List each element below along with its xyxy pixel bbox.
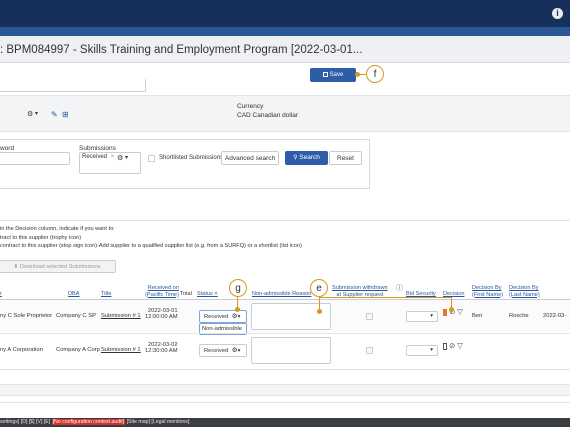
callout-f-dot [355, 72, 360, 77]
footer-site-links[interactable]: [Site map] [Legal mentions] [125, 419, 190, 425]
page-title: : BPM084997 - Skills Training and Employ… [0, 44, 363, 56]
chevron-down-icon: ▾ [237, 348, 241, 354]
instructions-line-3: contract to this supplier (stop sign ico… [0, 243, 302, 249]
sort-icon: ˄ [212, 291, 218, 297]
column-header-received-on[interactable]: Received on (Pacific Time) [145, 285, 179, 298]
details-select[interactable]: ⚙ ▾ [0, 109, 44, 120]
footer-audit-warning: [No configuration context audit] [51, 419, 126, 425]
reset-button[interactable]: Reset [329, 151, 362, 165]
withdrawn-checkbox[interactable] [366, 313, 373, 320]
callout-e-connector-horizontal [319, 297, 452, 299]
download-icon: ⬇ [13, 264, 19, 270]
column-header-decision-by-last[interactable]: Decision By (Last Name) [509, 285, 540, 298]
filter-icon[interactable]: ▽ [457, 341, 463, 350]
column-header-status[interactable]: Status ˄ [197, 291, 218, 298]
column-header-total: Total [180, 291, 192, 297]
supplier-name: ny C Sole Proprietor [0, 313, 53, 319]
bookmark-icon[interactable] [443, 343, 447, 350]
chevron-down-icon: ▾ [430, 313, 433, 319]
currency-value: CAD Canadian dollar [237, 112, 299, 119]
keyword-label: word [0, 145, 15, 152]
withdrawn-checkbox[interactable] [366, 347, 373, 354]
top-navigation-bar: i [0, 0, 570, 27]
instructions-line-2: tract to this supplier (trophy icon) [0, 235, 82, 241]
dba-value: Company A Corp [56, 347, 100, 353]
info-icon[interactable]: i [552, 8, 563, 19]
bid-security-select[interactable]: ▾ [406, 345, 438, 356]
chevron-down-icon: ▾ [237, 314, 241, 320]
non-admissible-reason-textarea[interactable] [251, 337, 331, 364]
chevron-down-icon: ▾ [35, 111, 39, 117]
filter-icon[interactable]: ▽ [457, 307, 463, 316]
callout-e: e [310, 279, 328, 297]
callout-g: g [229, 279, 247, 297]
advanced-search-button[interactable]: Advanced search [221, 151, 279, 165]
footer-links[interactable]: settings] [D] [$] [V] [E] [0, 419, 52, 425]
instructions-line-1: in the Decision column, indicate if you … [0, 226, 115, 232]
decision-date: 2022-03- [543, 313, 567, 319]
instructions-separator [0, 220, 570, 221]
list-icon[interactable]: ⊞ [62, 110, 69, 119]
gear-icon: ⚙ [117, 155, 124, 162]
callout-g-dot [235, 307, 240, 312]
submissions-tag: Received × [82, 154, 115, 160]
search-button[interactable]: ⚲ Search [285, 151, 328, 165]
column-header-non-admissible[interactable]: Non-admissible Reason [252, 291, 311, 298]
status-dropdown[interactable]: Received ⚙▾ [199, 344, 247, 357]
column-header-decision-by-first[interactable]: Decision By (First Name) [472, 285, 503, 298]
submission-link[interactable]: Submission # 1 [101, 347, 141, 353]
top-truncated-field[interactable] [0, 79, 146, 92]
decision-by-last-name: Rosche [509, 313, 529, 319]
callout-e-dot-right [449, 307, 454, 312]
gear-icon: ⚙ [27, 111, 34, 118]
status-option-non-admissible[interactable]: Non-admissible [202, 326, 242, 332]
chevron-down-icon: ▾ [125, 155, 129, 161]
currency-label: Currency [237, 103, 264, 110]
tag-remove-icon[interactable]: × [111, 154, 115, 160]
supplier-name: ny A Corporation [0, 347, 43, 353]
bid-security-select[interactable]: ▾ [406, 311, 438, 322]
edit-icon[interactable]: ✎ [51, 110, 58, 119]
table-footer-divider [0, 369, 570, 370]
save-icon [322, 71, 328, 77]
save-button[interactable]: Save [310, 68, 356, 82]
column-header-dba[interactable]: DBA [68, 291, 80, 298]
submissions-select[interactable]: Received × ⚙ ▾ [79, 152, 141, 174]
column-header-title[interactable]: Title [101, 291, 111, 298]
callout-e-dot-left [317, 309, 322, 314]
bookmark-icon[interactable] [443, 309, 447, 316]
bottom-divider [0, 402, 570, 403]
footer-text: settings] [D] [$] [V] [E] [No configurat… [0, 419, 189, 425]
status-dropdown[interactable]: Received ⚙▾ [199, 310, 247, 323]
stop-sign-icon[interactable]: ⊘ [449, 341, 455, 350]
column-header-supplier[interactable]: r [0, 291, 2, 298]
dba-value: Company C SP [56, 313, 96, 319]
received-date: 2022-03-01 12:00:00 AM [145, 308, 178, 320]
decision-by-first-name: Ben [472, 313, 483, 319]
keyword-input[interactable] [0, 152, 70, 165]
search-icon: ⚲ [293, 155, 298, 161]
received-date: 2022-03-02 12:30:00 AM [145, 342, 178, 354]
bottom-band [0, 384, 570, 396]
submissions-label: Submissions [79, 145, 116, 152]
secondary-nav-bar [0, 27, 570, 36]
row-divider [0, 333, 570, 334]
submission-link[interactable]: Submission # 1 [101, 313, 141, 319]
help-icon[interactable]: ⓘ [396, 283, 403, 293]
callout-f: f [366, 65, 384, 83]
shortlisted-checkbox[interactable] [148, 155, 155, 162]
chevron-down-icon: ▾ [430, 347, 433, 353]
download-button[interactable]: ⬇ Download selected Submissions [0, 260, 116, 273]
